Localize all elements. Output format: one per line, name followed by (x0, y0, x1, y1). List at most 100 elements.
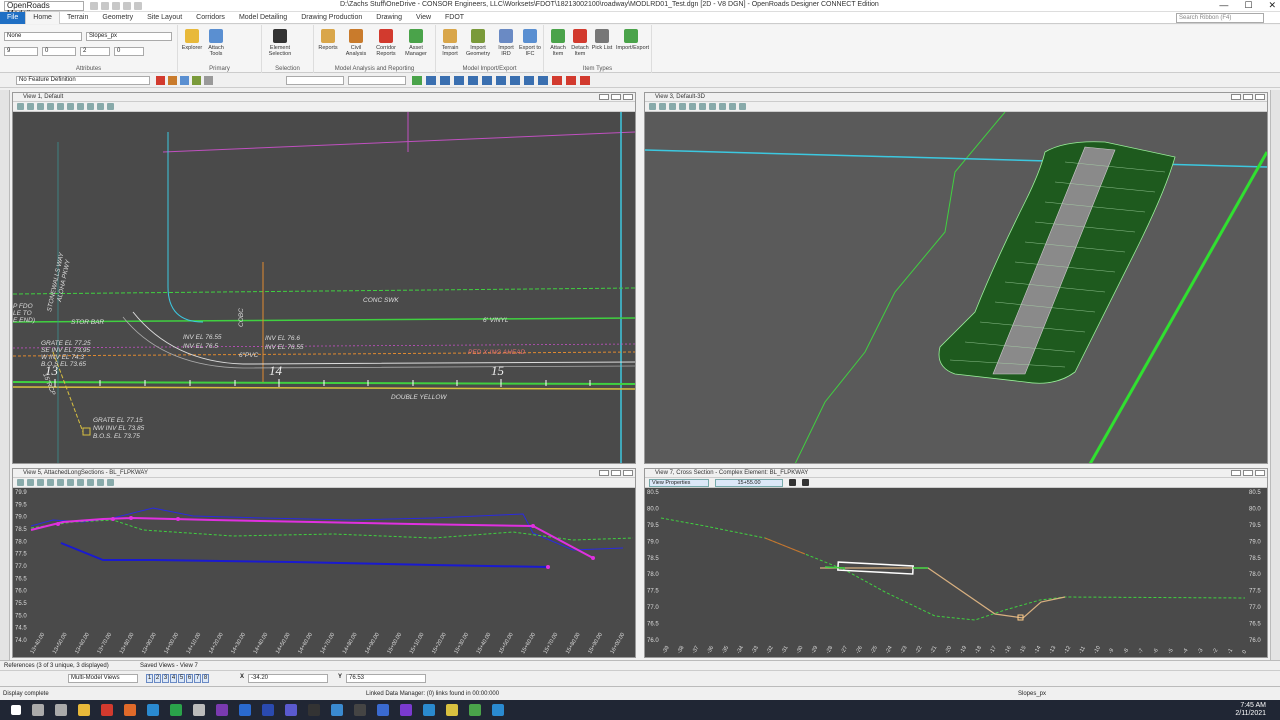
view-tool-icon[interactable] (107, 479, 114, 486)
view-tool-icon[interactable] (97, 479, 104, 486)
tool-icon[interactable] (412, 76, 422, 85)
view-tool-icon[interactable] (679, 103, 686, 110)
app-icon[interactable] (308, 704, 320, 716)
view-tool-icon[interactable] (699, 103, 706, 110)
tab-view[interactable]: View (409, 12, 438, 24)
edge-icon[interactable] (147, 704, 159, 716)
view-toggle-4[interactable]: 4 (170, 674, 177, 683)
view-tool-icon[interactable] (689, 103, 696, 110)
left-panel-strip[interactable] (0, 90, 10, 660)
word-icon[interactable] (262, 704, 274, 716)
view-tool-icon[interactable] (27, 479, 34, 486)
undo-icon[interactable] (112, 1, 120, 10)
view-tool-icon[interactable] (17, 479, 24, 486)
tab-terrain[interactable]: Terrain (60, 12, 95, 24)
station-dropdown[interactable]: 15+55.00 (715, 478, 783, 487)
outlook-icon[interactable] (239, 704, 251, 716)
minimize-icon[interactable]: — (1219, 0, 1228, 11)
view-tool-icon[interactable] (17, 103, 24, 110)
file-explorer-icon[interactable] (78, 704, 90, 716)
tool-icon[interactable] (510, 76, 520, 85)
corridor-reports-button[interactable]: Corridor Reports (374, 29, 398, 57)
view-minimize-icon[interactable] (1231, 470, 1241, 476)
tab-corridors[interactable]: Corridors (189, 12, 232, 24)
app-icon[interactable] (469, 704, 481, 716)
view-tool-icon[interactable] (67, 479, 74, 486)
view-maximize-icon[interactable] (611, 94, 621, 100)
feature-definition-dropdown[interactable]: No Feature Definition (16, 76, 150, 85)
app-icon[interactable] (400, 704, 412, 716)
view-tool-icon[interactable] (87, 479, 94, 486)
view-tool-icon[interactable] (669, 103, 676, 110)
tool-icon[interactable] (580, 76, 590, 85)
detach-item-button[interactable]: Detach Item (568, 29, 592, 57)
tool-icon[interactable] (482, 76, 492, 85)
view-toggle-3[interactable]: 3 (162, 674, 169, 683)
tab-home[interactable]: Home (25, 11, 60, 24)
tool-icon[interactable] (156, 76, 165, 85)
view-close-icon[interactable] (1255, 94, 1265, 100)
tool-icon[interactable] (454, 76, 464, 85)
tool-icon[interactable] (468, 76, 478, 85)
view-tool-icon[interactable] (57, 103, 64, 110)
view-minimize-icon[interactable] (1231, 94, 1241, 100)
attach-tools-button[interactable]: Attach Tools (204, 29, 228, 57)
onenote-icon[interactable] (216, 704, 228, 716)
import-export-button[interactable]: Import/Export (616, 29, 649, 51)
x-coordinate-input[interactable]: -34.20 (248, 674, 328, 683)
app-icon[interactable] (423, 704, 435, 716)
view-minimize-icon[interactable] (599, 94, 609, 100)
view-maximize-icon[interactable] (1243, 94, 1253, 100)
view-maximize-icon[interactable] (611, 470, 621, 476)
import-geometry-button[interactable]: Import Geometry (466, 29, 490, 57)
view-tool-icon[interactable] (87, 103, 94, 110)
profile-canvas[interactable]: 79.9 79.5 79.0 78.5 78.0 77.5 77.0 76.5 76.0 75.5… (13, 488, 635, 657)
view-3[interactable]: View 3, Default-3D (644, 92, 1268, 464)
view-tool-icon[interactable] (57, 479, 64, 486)
view-toggle-8[interactable]: 8 (202, 674, 209, 683)
next-station-icon[interactable] (802, 479, 809, 486)
element-selection-button[interactable]: Element Selection (268, 29, 292, 57)
clock[interactable]: 7:45 AM 2/11/2021 (1235, 702, 1266, 718)
app-icon[interactable] (331, 704, 343, 716)
view-mode-dropdown[interactable]: Multi-Model Views (68, 674, 138, 683)
tool-icon[interactable] (180, 76, 189, 85)
level-dropdown[interactable]: None (4, 32, 82, 41)
view-tool-icon[interactable] (47, 103, 54, 110)
tool-icon[interactable] (204, 76, 213, 85)
view-tool-icon[interactable] (739, 103, 746, 110)
3d-canvas[interactable] (645, 112, 1267, 463)
app-icon[interactable] (446, 704, 458, 716)
app-icon[interactable] (193, 704, 205, 716)
transparency-dropdown[interactable]: 0 (114, 47, 144, 56)
tab-geometry[interactable]: Geometry (95, 12, 140, 24)
tool-icon[interactable] (566, 76, 576, 85)
view-tool-icon[interactable] (37, 103, 44, 110)
asset-manager-button[interactable]: Asset Manager (404, 29, 428, 57)
redo-icon[interactable] (123, 1, 131, 10)
view-tool-icon[interactable] (37, 479, 44, 486)
view-toggle-1[interactable]: 1 (146, 674, 153, 683)
view-tool-icon[interactable] (709, 103, 716, 110)
steam-icon[interactable] (354, 704, 366, 716)
y-coordinate-input[interactable]: 76.53 (346, 674, 426, 683)
view-tool-icon[interactable] (47, 479, 54, 486)
tab-file[interactable]: File (0, 11, 26, 24)
tool-icon[interactable] (524, 76, 534, 85)
view-tool-icon[interactable] (659, 103, 666, 110)
view-minimize-icon[interactable] (599, 470, 609, 476)
reports-button[interactable]: Reports (316, 29, 340, 51)
tab-fdot[interactable]: FDOT (438, 12, 471, 24)
tool-icon[interactable] (192, 76, 201, 85)
firefox-icon[interactable] (124, 704, 136, 716)
snap-dropdown[interactable] (286, 76, 344, 85)
spotify-icon[interactable] (170, 704, 182, 716)
teams-icon[interactable] (285, 704, 297, 716)
view-toggle-6[interactable]: 6 (186, 674, 193, 683)
attach-item-button[interactable]: Attach Item (546, 29, 570, 57)
save-icon[interactable] (90, 1, 98, 10)
view-tool-icon[interactable] (67, 103, 74, 110)
view-close-icon[interactable] (623, 470, 633, 476)
tool-icon[interactable] (496, 76, 506, 85)
view-tool-icon[interactable] (77, 479, 84, 486)
